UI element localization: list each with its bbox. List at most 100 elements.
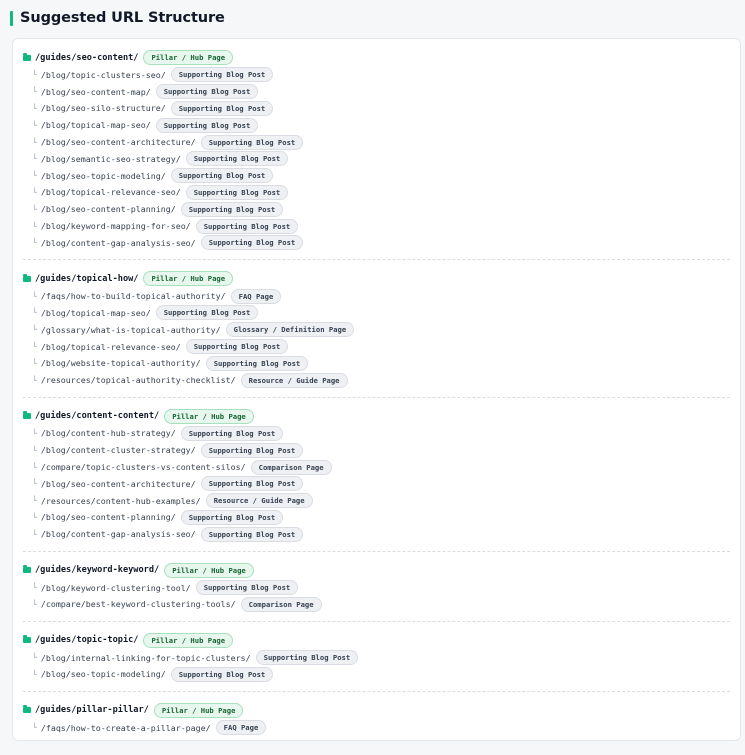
page-type-badge: Supporting Blog Post — [200, 476, 304, 492]
child-url[interactable]: /blog/seo-topic-modeling/ — [41, 171, 166, 181]
child-url[interactable]: /blog/topic-clusters-seo/ — [41, 70, 166, 80]
child-row[interactable]: └ /blog/semantic-seo-strategy/Supporting … — [23, 150, 730, 167]
child-row[interactable]: └ /blog/topical-map-seo/Supporting Blog P… — [23, 117, 730, 134]
child-url[interactable]: /blog/seo-content-architecture/ — [41, 479, 196, 489]
child-row[interactable]: └ /blog/content-gap-analysis-seo/Supporti… — [23, 234, 730, 251]
child-row[interactable]: └ /glossary/what-is-topical-authority/Glo… — [23, 321, 730, 338]
page-type-badge: Supporting Blog Post — [200, 526, 304, 542]
page-type-badge: Supporting Blog Post — [195, 580, 299, 596]
child-url[interactable]: /blog/seo-content-planning/ — [41, 512, 176, 522]
child-row[interactable]: └ /blog/seo-topic-modeling/Supporting Blo… — [23, 167, 730, 184]
child-row[interactable]: └ /blog/website-topical-authority/Support… — [23, 355, 730, 372]
pillar-badge: Pillar / Hub Page — [143, 632, 234, 648]
child-row[interactable]: └ /blog/seo-content-planning/Supporting B… — [23, 509, 730, 526]
accent-bar — [10, 10, 13, 26]
child-row[interactable]: └ /blog/seo-content-architecture/Supporti… — [23, 475, 730, 492]
child-row[interactable]: └ /faqs/how-to-create-a-pillar-page/FAQ P… — [23, 719, 730, 736]
child-row[interactable]: └ /blog/keyword-clustering-tool/Supportin… — [23, 579, 730, 596]
child-row[interactable]: └ /blog/keyword-mapping-for-seo/Supportin… — [23, 218, 730, 235]
pillar-url[interactable]: /guides/topic-topic/ — [35, 635, 138, 645]
pillar-row[interactable]: /guides/topical-how/Pillar / Hub Page — [23, 270, 730, 287]
pillar-row[interactable]: /guides/pillar-pillar/Pillar / Hub Page — [23, 702, 730, 719]
branch-connector-icon: └ — [32, 171, 37, 181]
pillar-row[interactable]: /guides/topic-topic/Pillar / Hub Page — [23, 632, 730, 649]
url-group: /guides/topical-how/Pillar / Hub Page └ /f… — [23, 270, 730, 398]
child-url[interactable]: /blog/content-cluster-strategy/ — [41, 445, 196, 455]
url-group: /guides/content-content/Pillar / Hub Pag… — [23, 408, 730, 552]
child-url[interactable]: /blog/content-gap-analysis-seo/ — [41, 238, 196, 248]
pillar-url[interactable]: /guides/keyword-keyword/ — [35, 565, 159, 575]
child-row[interactable]: └ /blog/topical-map-seo/Supporting Blog P… — [23, 305, 730, 322]
child-row[interactable]: └ /blog/seo-silo-structure/Supporting Blo… — [23, 100, 730, 117]
branch-connector-icon: └ — [32, 187, 37, 197]
child-url[interactable]: /blog/content-gap-analysis-seo/ — [41, 529, 196, 539]
pillar-url[interactable]: /guides/content-content/ — [35, 411, 159, 421]
child-row[interactable]: └ /blog/topical-relevance-seo/Supporting … — [23, 338, 730, 355]
child-url[interactable]: /blog/topical-relevance-seo/ — [41, 342, 181, 352]
child-url[interactable]: /blog/topical-map-seo/ — [41, 120, 151, 130]
child-row[interactable]: └ /compare/topic-clusters-vs-content-silo… — [23, 459, 730, 476]
child-url[interactable]: /blog/topical-relevance-seo/ — [41, 187, 181, 197]
child-row[interactable]: └ /blog/topical-relevance-seo/Supporting … — [23, 184, 730, 201]
child-row[interactable]: └ /blog/topic-clusters-seo/Supporting Blo… — [23, 67, 730, 84]
child-url[interactable]: /blog/seo-content-map/ — [41, 87, 151, 97]
child-row[interactable]: └ /blog/content-cluster-strategy/Supporti… — [23, 442, 730, 459]
child-url[interactable]: /blog/seo-silo-structure/ — [41, 103, 166, 113]
pillar-url[interactable]: /guides/topical-how/ — [35, 274, 138, 284]
page-type-badge: Resource / Guide Page — [205, 493, 313, 509]
child-url[interactable]: /blog/seo-topic-modeling/ — [41, 669, 166, 679]
branch-connector-icon: └ — [32, 723, 37, 733]
child-row[interactable]: └ /faqs/how-to-build-topical-authority/FA… — [23, 288, 730, 305]
branch-connector-icon: └ — [32, 445, 37, 455]
child-url[interactable]: /blog/website-topical-authority/ — [41, 358, 201, 368]
child-url[interactable]: /glossary/what-is-topical-authority/ — [41, 325, 221, 335]
branch-connector-icon: └ — [32, 291, 37, 301]
page-type-badge: Supporting Blog Post — [205, 355, 309, 371]
child-url[interactable]: /compare/best-keyword-clustering-tools/ — [41, 599, 236, 609]
url-group: /guides/keyword-keyword/Pillar / Hub Pag… — [23, 562, 730, 622]
child-row[interactable]: └ /blog/content-hub-strategy/Supporting B… — [23, 425, 730, 442]
child-url[interactable]: /blog/topical-map-seo/ — [41, 308, 151, 318]
child-url[interactable]: /compare/topic-clusters-vs-content-silos… — [41, 462, 246, 472]
url-group: /guides/topic-topic/Pillar / Hub Page └ /b… — [23, 632, 730, 692]
child-row[interactable]: └ /blog/seo-content-planning/Supporting B… — [23, 201, 730, 218]
pillar-row[interactable]: /guides/content-content/Pillar / Hub Pag… — [23, 408, 730, 425]
child-row[interactable]: └ /blog/seo-content-map/Supporting Blog P… — [23, 83, 730, 100]
page-type-badge: Supporting Blog Post — [200, 134, 304, 150]
branch-connector-icon: └ — [32, 479, 37, 489]
branch-connector-icon: └ — [32, 462, 37, 472]
child-row[interactable]: └ /resources/topical-authority-checklist/… — [23, 372, 730, 389]
pillar-badge: Pillar / Hub Page — [164, 562, 254, 578]
child-url[interactable]: /blog/keyword-clustering-tool/ — [41, 583, 191, 593]
pillar-row[interactable]: /guides/keyword-keyword/Pillar / Hub Pag… — [23, 562, 730, 579]
child-row[interactable]: └ /blog/seo-content-architecture/Supporti… — [23, 134, 730, 151]
url-group: /guides/seo-content/Pillar / Hub Page └ /b… — [23, 49, 730, 261]
branch-connector-icon: └ — [32, 599, 37, 609]
branch-connector-icon: └ — [32, 137, 37, 147]
pillar-url[interactable]: /guides/seo-content/ — [35, 53, 138, 63]
child-row[interactable]: └ /compare/best-keyword-clustering-tools/… — [23, 596, 730, 613]
child-url[interactable]: /blog/seo-content-architecture/ — [41, 137, 196, 147]
branch-connector-icon: └ — [32, 512, 37, 522]
page-type-badge: Supporting Blog Post — [255, 650, 359, 666]
section-header: Suggested URL Structure — [10, 7, 745, 29]
child-url[interactable]: /blog/internal-linking-for-topic-cluster… — [41, 653, 251, 663]
folder-icon — [23, 705, 31, 714]
child-row[interactable]: └ /blog/internal-linking-for-topic-cluste… — [23, 649, 730, 666]
child-url[interactable]: /blog/keyword-mapping-for-seo/ — [41, 221, 191, 231]
child-url[interactable]: /blog/content-hub-strategy/ — [41, 428, 176, 438]
child-url[interactable]: /blog/semantic-seo-strategy/ — [41, 154, 181, 164]
child-row[interactable]: └ /blog/seo-topic-modeling/Supporting Blo… — [23, 666, 730, 683]
child-row[interactable]: └ /resources/content-hub-examples/Resourc… — [23, 492, 730, 509]
pillar-row[interactable]: /guides/seo-content/Pillar / Hub Page — [23, 49, 730, 66]
child-url[interactable]: /resources/topical-authority-checklist/ — [41, 375, 236, 385]
child-url[interactable]: /faqs/how-to-build-topical-authority/ — [41, 291, 226, 301]
page-type-badge: Comparison Page — [240, 596, 322, 612]
child-url[interactable]: /faqs/how-to-create-a-pillar-page/ — [41, 723, 211, 733]
folder-icon — [23, 565, 31, 574]
child-url[interactable]: /blog/seo-content-planning/ — [41, 204, 176, 214]
branch-connector-icon: └ — [32, 325, 37, 335]
child-row[interactable]: └ /blog/content-gap-analysis-seo/Supporti… — [23, 526, 730, 543]
pillar-url[interactable]: /guides/pillar-pillar/ — [35, 705, 149, 715]
child-url[interactable]: /resources/content-hub-examples/ — [41, 496, 201, 506]
